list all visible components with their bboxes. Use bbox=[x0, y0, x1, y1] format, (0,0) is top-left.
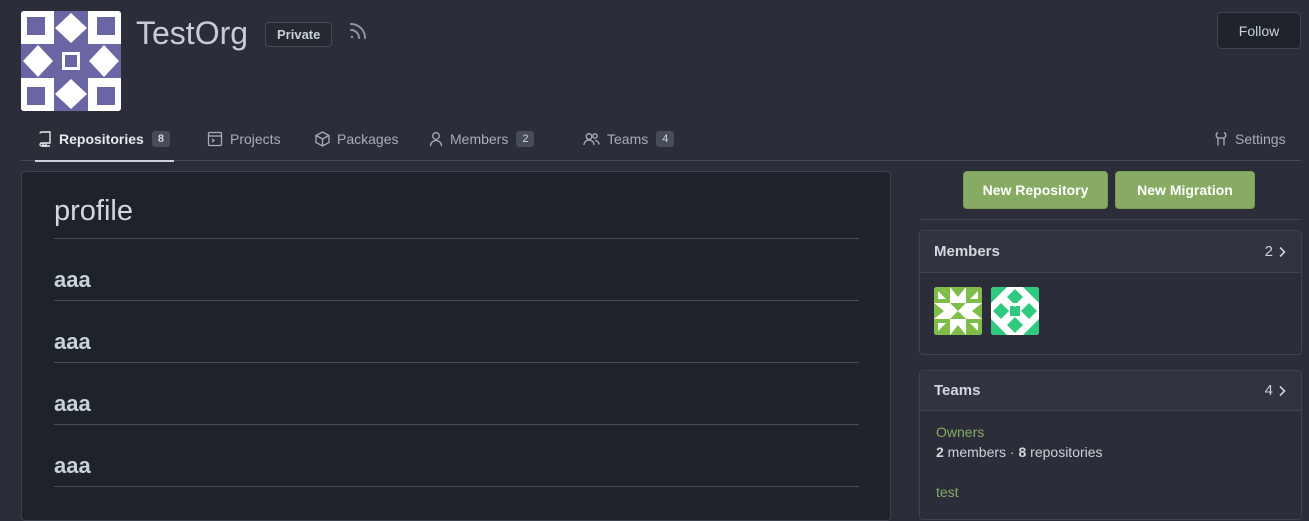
tab-teams[interactable]: Teams 4 bbox=[583, 118, 675, 160]
avatar[interactable] bbox=[991, 287, 1039, 335]
project-icon bbox=[207, 131, 223, 147]
readme-heading: aaa bbox=[54, 388, 859, 425]
readme-heading: aaa bbox=[54, 450, 859, 487]
team-name-link[interactable]: test bbox=[936, 482, 959, 502]
private-badge: Private bbox=[265, 22, 333, 47]
members-card: Members 2 bbox=[919, 230, 1302, 355]
tab-members[interactable]: Members 2 bbox=[429, 118, 535, 160]
tab-settings[interactable]: Settings bbox=[1214, 118, 1286, 160]
tab-count: 4 bbox=[656, 131, 675, 147]
members-card-header: Members 2 bbox=[920, 231, 1301, 273]
tab-label: Repositories bbox=[59, 131, 144, 147]
divider bbox=[920, 219, 1301, 220]
tab-label: Teams bbox=[607, 131, 649, 147]
tab-label: Members bbox=[450, 131, 509, 147]
chevron-right-icon bbox=[1279, 246, 1286, 257]
team-stats: 2 members · 8 repositories bbox=[936, 442, 1103, 462]
team-repos-label: repositories bbox=[1026, 444, 1103, 460]
rss-icon[interactable] bbox=[347, 20, 369, 42]
people-icon bbox=[583, 133, 600, 146]
teams-count: 4 bbox=[1264, 382, 1273, 399]
teams-card: Teams 4 Owners 2 members · 8 repositorie… bbox=[919, 370, 1302, 520]
tab-projects[interactable]: Projects bbox=[207, 118, 281, 160]
members-count: 2 bbox=[1264, 243, 1273, 260]
team-item: test bbox=[936, 482, 959, 502]
teams-count-link[interactable]: 4 bbox=[1265, 382, 1287, 399]
tools-icon bbox=[1215, 131, 1227, 146]
org-name: TestOrg bbox=[136, 15, 249, 51]
team-name-link[interactable]: Owners bbox=[936, 422, 1103, 442]
tab-repositories[interactable]: Repositories 8 bbox=[35, 118, 174, 162]
new-repository-button[interactable]: New Repository bbox=[963, 171, 1108, 209]
person-icon bbox=[429, 132, 443, 147]
tab-label: Packages bbox=[337, 131, 399, 147]
org-avatar bbox=[21, 11, 121, 111]
org-tabs: Repositories 8 Projects Packages Members… bbox=[21, 118, 1301, 162]
team-members-count: 2 bbox=[936, 444, 944, 460]
tab-packages[interactable]: Packages bbox=[315, 118, 398, 160]
readme-title: profile bbox=[54, 192, 859, 239]
members-count-link[interactable]: 2 bbox=[1265, 243, 1287, 260]
tab-label: Settings bbox=[1235, 131, 1286, 147]
team-item: Owners 2 members · 8 repositories bbox=[936, 422, 1103, 462]
follow-button[interactable]: Follow bbox=[1217, 12, 1301, 49]
team-members-label: members · bbox=[943, 444, 1019, 460]
tab-count: 2 bbox=[516, 131, 535, 147]
tab-label: Projects bbox=[230, 131, 281, 147]
tab-count: 8 bbox=[151, 131, 170, 147]
teams-card-title: Teams bbox=[934, 382, 981, 399]
teams-card-header: Teams 4 bbox=[920, 371, 1301, 411]
new-migration-button[interactable]: New Migration bbox=[1115, 171, 1255, 209]
chevron-right-icon bbox=[1279, 385, 1286, 396]
members-card-title: Members bbox=[934, 243, 1000, 260]
repo-icon bbox=[39, 131, 51, 147]
org-profile-readme: profile aaa aaa aaa aaa bbox=[21, 171, 891, 521]
readme-heading: aaa bbox=[54, 326, 859, 363]
readme-heading: aaa bbox=[54, 264, 859, 301]
avatar[interactable] bbox=[934, 287, 982, 335]
package-icon bbox=[315, 131, 330, 147]
